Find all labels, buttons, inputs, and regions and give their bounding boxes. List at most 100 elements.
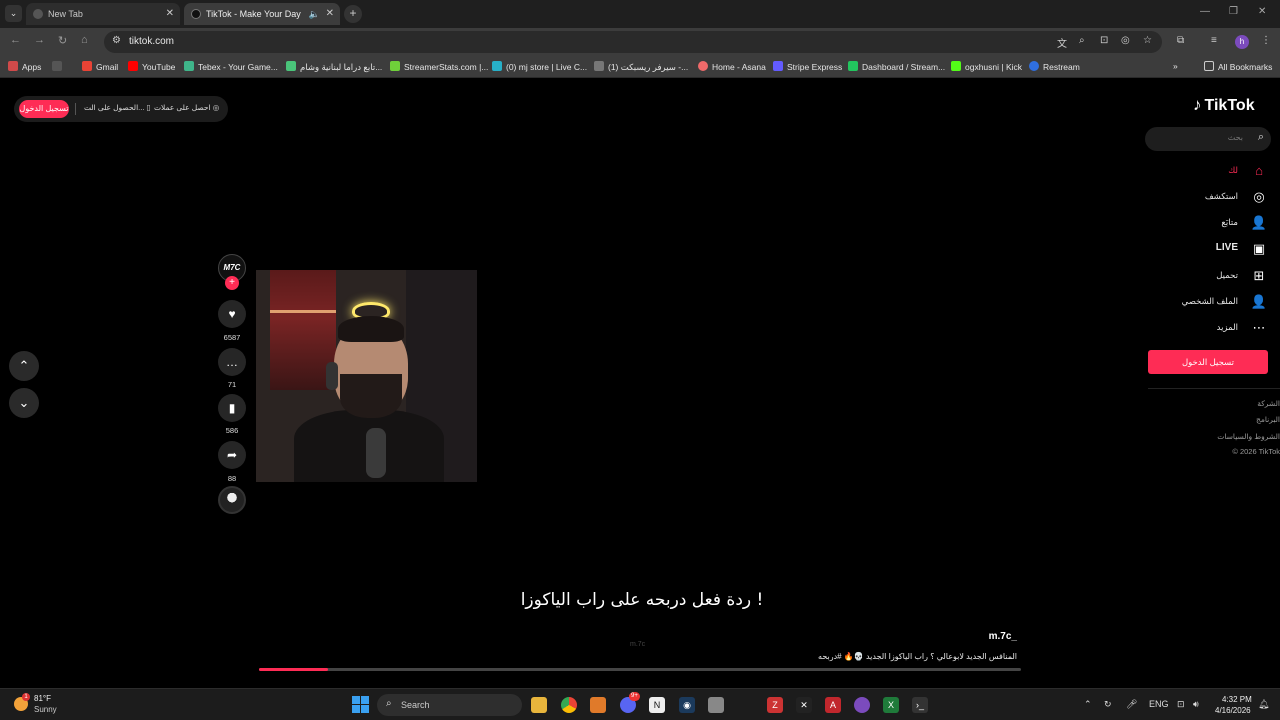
share-button[interactable]: ➦ xyxy=(218,441,246,469)
bookmark-stripe[interactable]: Stripe Express xyxy=(773,61,842,72)
sound-disc[interactable] xyxy=(218,486,246,514)
bookmark-apps[interactable]: Apps xyxy=(8,61,41,72)
minimize-icon[interactable]: — xyxy=(1200,6,1210,17)
forward-icon[interactable]: → xyxy=(34,34,45,46)
tray-chevron-up-icon[interactable]: ⌃ xyxy=(1084,699,1092,710)
follow-button[interactable]: + xyxy=(225,276,239,290)
back-icon[interactable]: ← xyxy=(10,34,21,46)
tab-new-tab[interactable]: New Tab ✕ xyxy=(26,3,180,25)
start-button[interactable] xyxy=(352,696,369,713)
weather-condition[interactable]: Sunny xyxy=(34,705,57,714)
bookmark-gmail[interactable]: Gmail xyxy=(82,61,118,72)
taskbar-search[interactable]: ⌕ Search xyxy=(377,694,522,716)
search-input[interactable]: بحث ⌕ xyxy=(1145,127,1271,151)
save-button[interactable]: ▮ xyxy=(218,394,246,422)
previous-video-button[interactable]: ⌃ xyxy=(9,351,39,381)
nav-profile[interactable]: الملف الشخصي 👤 xyxy=(1148,292,1268,312)
bookmark-asana[interactable]: Home - Asana xyxy=(698,61,766,72)
close-icon[interactable]: ✕ xyxy=(166,3,174,25)
sync-icon[interactable]: ↻ xyxy=(1104,699,1112,710)
tab-search-button[interactable]: ⌄ xyxy=(5,5,22,22)
app-icon[interactable] xyxy=(590,697,606,713)
steam-icon[interactable]: ◉ xyxy=(679,697,695,713)
tiktok-logo[interactable]: ♪ TikTok xyxy=(1193,95,1255,115)
video-author[interactable]: m.7c_ xyxy=(989,631,1017,642)
bookmark-youtube[interactable]: YouTube xyxy=(128,61,175,72)
notion-icon[interactable]: N xyxy=(649,697,665,713)
weather-temperature[interactable]: 81°F xyxy=(34,694,51,703)
nav-upload[interactable]: تحميل ⊞ xyxy=(1148,266,1268,286)
menu-icon[interactable]: ⋮ xyxy=(1261,35,1271,46)
address-bar[interactable]: ⚙ tiktok.com xyxy=(104,31,1162,53)
eye-off-icon[interactable]: ◎ xyxy=(1121,35,1130,46)
video-player[interactable] xyxy=(256,270,477,482)
restore-icon[interactable]: ❐ xyxy=(1229,6,1238,17)
bookmark-kick[interactable]: ogxhusni | Kick xyxy=(951,61,1022,72)
login-button-sidebar[interactable]: تسجيل الدخول xyxy=(1148,350,1268,374)
footer-terms[interactable]: الشروط والسياسات xyxy=(1217,432,1280,441)
search-icon[interactable]: ⌕ xyxy=(1258,131,1264,144)
volume-icon[interactable]: 🔊︎ xyxy=(1193,699,1199,710)
bookmark-drama[interactable]: تابع دراما لبنانية وشام... xyxy=(286,61,382,73)
bookmark-server[interactable]: (1) سيرفر ريسبكت -... xyxy=(594,61,688,73)
bookmark-dashboard[interactable]: Dashboard / Stream... xyxy=(848,61,945,72)
footer-company[interactable]: الشركة xyxy=(1257,399,1280,408)
site-info-icon[interactable]: ⚙ xyxy=(112,35,121,46)
media-icon[interactable]: ≡ xyxy=(1211,35,1217,46)
nav-live[interactable]: LIVE ▣ xyxy=(1148,239,1268,259)
login-button-top[interactable]: تسجيل الدخول xyxy=(19,100,69,118)
extensions-icon[interactable]: ⧉ xyxy=(1177,35,1184,46)
discord-icon[interactable]: 9+ xyxy=(620,692,640,713)
footer-copyright: © 2026 TikTok xyxy=(1232,447,1280,456)
speaker-icon[interactable]: 🔈 xyxy=(309,3,320,25)
home-icon[interactable]: ⌂ xyxy=(81,34,88,46)
app-icon-3[interactable] xyxy=(854,697,870,713)
tab-tiktok[interactable]: TikTok - Make Your Day 🔈 ✕ xyxy=(184,3,340,25)
file-explorer-icon[interactable] xyxy=(531,697,547,713)
close-icon[interactable]: ✕ xyxy=(326,3,334,25)
clock-date[interactable]: 4/16/2026 xyxy=(1215,706,1251,715)
bookmark-restream[interactable]: Restream xyxy=(1029,61,1080,72)
all-bookmarks[interactable]: All Bookmarks xyxy=(1204,61,1272,72)
tebex-icon xyxy=(184,61,194,71)
excel-icon[interactable]: X xyxy=(883,697,899,713)
nav-for-you[interactable]: لك ⌂ xyxy=(1148,161,1268,181)
bookmark-streamerstats[interactable]: StreamerStats.com |... xyxy=(390,61,488,72)
nav-more[interactable]: المزيد ⋯ xyxy=(1148,318,1268,338)
reload-icon[interactable]: ↻ xyxy=(58,34,67,47)
footer-program[interactable]: البرنامج xyxy=(1256,415,1280,424)
nav-explore[interactable]: استكشف ◎ xyxy=(1148,187,1268,207)
install-icon[interactable]: ⊡ xyxy=(1100,35,1108,46)
video-caption: ردة فعل دربحه على راب الياكوزا ! xyxy=(520,590,764,610)
star-icon[interactable]: ☆ xyxy=(1143,35,1152,46)
adobe-icon[interactable]: A xyxy=(825,697,841,713)
notification-bell-icon[interactable]: 🔔︎ xyxy=(1258,699,1269,710)
window-close-icon[interactable]: ✕ xyxy=(1258,6,1266,17)
next-video-button[interactable]: ⌄ xyxy=(9,388,39,418)
bookmark-grid[interactable] xyxy=(52,61,66,72)
filezilla-icon[interactable]: Z xyxy=(767,697,783,713)
like-button[interactable]: ♥ xyxy=(218,300,246,328)
language-indicator[interactable]: ENG xyxy=(1149,699,1169,709)
chrome-icon[interactable] xyxy=(561,697,577,713)
terminal-icon[interactable]: ›_ xyxy=(912,697,928,713)
app-icon-2[interactable] xyxy=(708,697,724,713)
bookmarks-overflow-icon[interactable]: » xyxy=(1173,61,1178,71)
translate-icon[interactable]: 文 xyxy=(1057,35,1067,50)
comment-button[interactable]: … xyxy=(218,348,246,376)
new-tab-button[interactable]: + xyxy=(344,5,362,23)
microphone-icon[interactable]: 🎤︎ xyxy=(1126,699,1137,710)
home-icon: ⌂ xyxy=(1255,163,1263,178)
bookmark-mjstore[interactable]: (0) mj store | Live C... xyxy=(492,61,587,72)
get-coins-link[interactable]: احصل على عملات ◎ xyxy=(154,103,219,112)
profile-avatar[interactable]: h xyxy=(1235,35,1249,49)
zoom-icon[interactable]: ⌕ xyxy=(1079,35,1085,46)
video-progress-track[interactable] xyxy=(259,668,1021,671)
wifi-icon[interactable]: ⊡ xyxy=(1177,699,1185,710)
capcut-icon[interactable]: ✕ xyxy=(796,697,812,713)
clock-time[interactable]: 4:32 PM xyxy=(1222,695,1252,704)
browser-toolbar: ← → ↻ ⌂ ⚙ tiktok.com 文 ⌕ ⊡ ◎ ☆ ⧉ ≡ ⋮ xyxy=(0,28,1280,56)
nav-following[interactable]: متابَع 👤 xyxy=(1148,213,1268,233)
get-app-link[interactable]: الحصول على الت... ▯ xyxy=(84,103,151,112)
bookmark-tebex[interactable]: Tebex - Your Game... xyxy=(184,61,278,72)
